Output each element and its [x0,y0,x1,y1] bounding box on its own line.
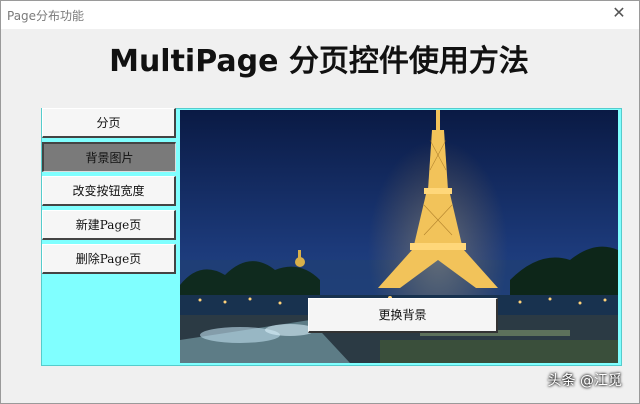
change-background-button[interactable]: 更换背景 [308,298,498,333]
close-icon[interactable]: ✕ [609,4,629,24]
tab-background-image[interactable]: 背景图片 [42,142,176,172]
window-title: Page分布功能 [7,9,85,23]
title-bar: Page分布功能 ✕ [1,1,639,29]
tab-change-button-width[interactable]: 改变按钮宽度 [42,176,176,206]
page-heading: MultiPage 分页控件使用方法 [109,44,529,79]
tab-paging[interactable]: 分页 [42,108,176,138]
tab-new-page[interactable]: 新建Page页 [42,210,176,240]
tab-delete-page[interactable]: 删除Page页 [42,244,176,274]
watermark: 头条 @江觅 [547,373,622,389]
